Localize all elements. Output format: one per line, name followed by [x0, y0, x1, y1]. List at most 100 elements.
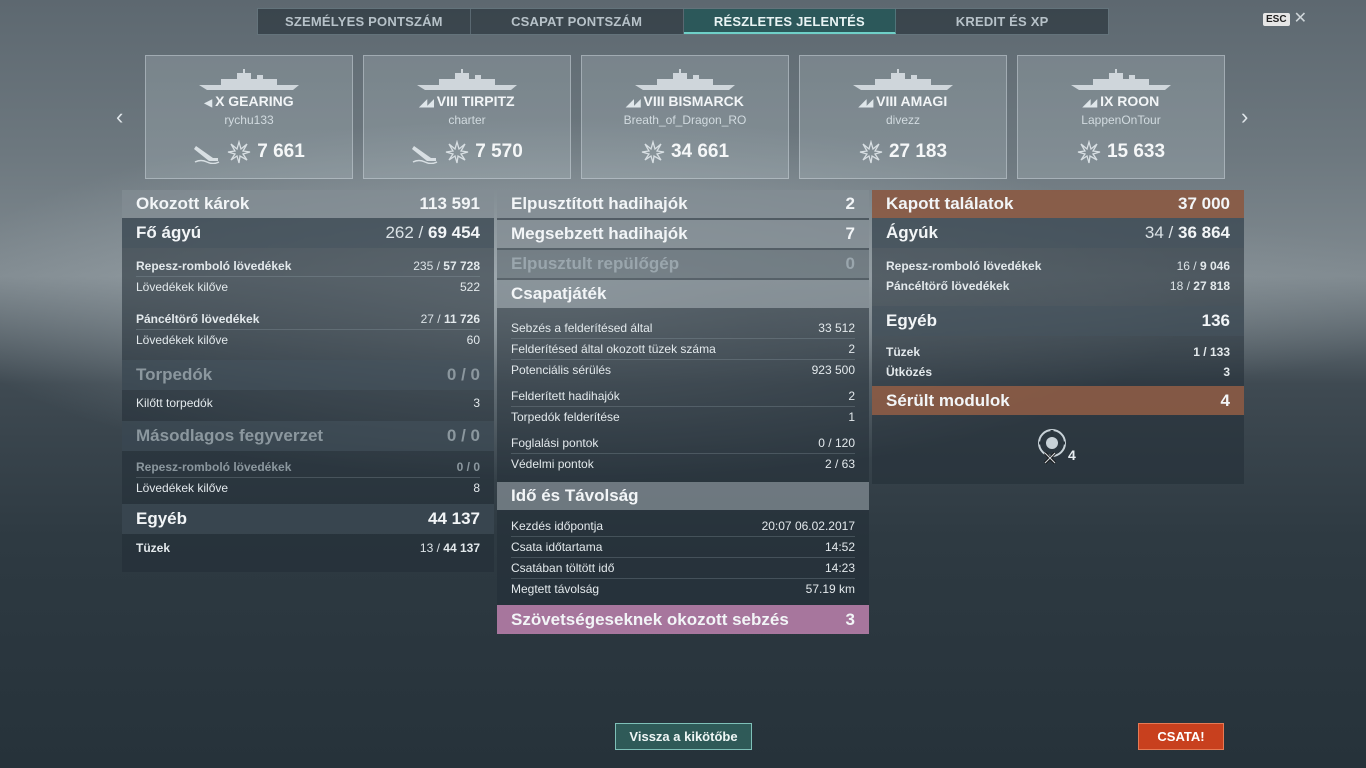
ally-damage-label: Szövetségeseknek okozott sebzés [511, 609, 789, 629]
ship-score: 15 633 [1106, 141, 1166, 162]
ship-silhouette-icon [635, 69, 735, 90]
ship-score: 27 183 [888, 141, 948, 162]
destroyed-ships-header: Elpusztított hadihajók 2 [497, 190, 869, 218]
ship-sunk-icon [412, 146, 438, 164]
time-row-value: 20:07 06.02.2017 [761, 519, 855, 533]
player-name: divezz [885, 113, 920, 127]
ship-card[interactable]: ◢◢ IX ROON LappenOnTour 15 633 [1017, 55, 1225, 179]
destroyed-ships-label: Elpusztított hadihajók [511, 194, 688, 213]
planes-destroyed-header: Elpusztult repülőgép 0 [497, 250, 869, 278]
secondary-fired-value: 8 [473, 481, 480, 495]
tab-credits-xp[interactable]: KREDIT ÉS XP [896, 9, 1108, 34]
ship-name: ◢◢ VIII TIRPITZ [364, 93, 570, 109]
he-shells-damage: 57 728 [443, 259, 480, 273]
damage-icon [859, 140, 883, 164]
ship-name: ◢◢ VIII BISMARCK [582, 93, 788, 109]
main-battery-hits: 262 [385, 223, 414, 242]
ap-fired-row: Lövedékek kilőve 60 [122, 330, 494, 350]
time-row: Csata időtartama 14:52 [497, 537, 869, 557]
damaged-ships-value: 7 [845, 224, 855, 243]
ship-class-icon: ◢◢ [626, 98, 640, 109]
ship-score: 34 661 [670, 141, 730, 162]
he-fired-row: Lövedékek kilőve 522 [122, 277, 494, 297]
team-row-value: 2 / 63 [824, 457, 855, 471]
other-received-value: 136 [1201, 311, 1230, 330]
damage-dealt-label: Okozott károk [136, 194, 250, 213]
ship-name-text: VIII TIRPITZ [436, 93, 515, 109]
time-row-value: 57.19 km [805, 582, 855, 596]
ship-score: 7 570 [475, 141, 523, 162]
guns-received-header: Ágyúk 34 / 36 864 [872, 218, 1244, 248]
damaged-ships-label: Megsebzett hadihajók [511, 224, 688, 243]
damaged-modules-label: Sérült modulok [886, 390, 1010, 410]
ap-fired-label: Lövedékek kilőve [136, 333, 229, 347]
damage-icon [641, 140, 665, 164]
team-row-label: Felderített hadihajók [511, 389, 620, 403]
damage-icon [228, 140, 251, 164]
damage-icon [1077, 140, 1101, 164]
next-arrow-icon[interactable]: › [1241, 104, 1248, 130]
ship-card[interactable]: ◀ X GEARING rychu133 7 661 [145, 55, 353, 179]
prev-arrow-icon[interactable]: ‹ [116, 104, 123, 130]
fires-row: Tüzek 13 / 44 137 [122, 538, 494, 558]
ally-damage-value: 3 [845, 609, 855, 629]
he-received-row: Repesz-romboló lövedékek 16 / 9 046 [872, 256, 1244, 276]
ship-silhouette-icon [853, 69, 953, 90]
team-row-value: 2 [848, 389, 855, 403]
torpedoes-fired-label: Kilőtt torpedók [136, 396, 213, 410]
ship-class-icon: ◢◢ [419, 98, 433, 109]
ap-received-hits: 18 [1169, 279, 1184, 293]
team-row-label: Felderítésed által okozott tüzek száma [511, 342, 716, 356]
battle-button[interactable]: CSATA! [1138, 723, 1224, 750]
battle-summary-panel: Elpusztított hadihajók 2 Megsebzett hadi… [497, 190, 869, 634]
damaged-ships-header: Megsebzett hadihajók 7 [497, 220, 869, 248]
ap-received-damage: 27 818 [1193, 279, 1230, 293]
ship-class-icon: ◢◢ [1082, 98, 1097, 109]
ship-card[interactable]: ◢◢ VIII BISMARCK Breath_of_Dragon_RO 34 661 [581, 55, 789, 179]
hits-received-label: Kapott találatok [886, 194, 1014, 213]
ship-card[interactable]: ◢◢ VIII AMAGI divezz 27 183 [799, 55, 1007, 179]
tab-detailed-report[interactable]: RÉSZLETES JELENTÉS [683, 9, 897, 34]
time-row-value: 14:52 [824, 540, 855, 554]
ship-score-row: 7 570 [364, 140, 570, 164]
he-fired-value: 522 [459, 280, 480, 294]
team-row-value: 33 512 [818, 321, 855, 335]
player-name: charter [448, 113, 486, 127]
tab-bar: SZEMÉLYES PONTSZÁM CSAPAT PONTSZÁM RÉSZL… [257, 8, 1109, 35]
collision-row: Ütközés 3 [872, 362, 1244, 382]
time-row: Megtett távolság 57.19 km [497, 579, 869, 599]
guns-received-label: Ágyúk [886, 223, 938, 242]
collision-value: 3 [1223, 365, 1230, 379]
ap-shells-label: Páncéltörő lövedékek [136, 312, 260, 326]
ship-card[interactable]: ◢◢ VIII TIRPITZ charter 7 570 [363, 55, 571, 179]
secondary-he-row: Repesz-romboló lövedékek 0 / 0 [122, 457, 494, 477]
team-row-value: 0 / 120 [818, 436, 855, 450]
ship-score: 7 661 [257, 141, 305, 162]
torpedoes-label: Torpedók [136, 365, 213, 384]
ship-name-text: VIII BISMARCK [643, 93, 744, 109]
ship-name-text: IX ROON [1100, 93, 1160, 109]
ap-received-label: Páncéltörő lövedékek [886, 279, 1010, 293]
secondary-label: Másodlagos fegyverzet [136, 426, 324, 445]
guns-received-hits: 34 [1144, 223, 1164, 242]
teamplay-label: Csapatjáték [511, 284, 607, 303]
ship-name: ◀ X GEARING [146, 93, 352, 109]
ship-score-row: 7 661 [146, 140, 352, 164]
ship-class-icon: ◀ [204, 98, 212, 109]
team-row-label: Védelmi pontok [511, 457, 594, 471]
back-to-port-button[interactable]: Vissza a kikötőbe [615, 723, 752, 750]
close-button[interactable]: ESC ✕ [1263, 11, 1307, 27]
torpedoes-fired-value: 3 [473, 396, 480, 410]
tab-personal-score[interactable]: SZEMÉLYES PONTSZÁM [258, 9, 471, 34]
team-row: Potenciális sérülés 923 500 [497, 360, 869, 380]
team-row-label: Sebzés a felderítésed által [511, 321, 653, 335]
ship-name: ◢◢ VIII AMAGI [800, 93, 1006, 109]
fires-damage: 44 137 [443, 541, 480, 555]
ship-silhouette-icon [417, 69, 517, 90]
team-row-label: Potenciális sérülés [511, 363, 612, 377]
team-row: Foglalási pontok 0 / 120 [497, 433, 869, 453]
esc-key-label: ESC [1263, 12, 1290, 26]
tab-team-score[interactable]: CSAPAT PONTSZÁM [471, 9, 684, 34]
other-received-label: Egyéb [886, 311, 938, 330]
damage-icon [446, 140, 469, 164]
